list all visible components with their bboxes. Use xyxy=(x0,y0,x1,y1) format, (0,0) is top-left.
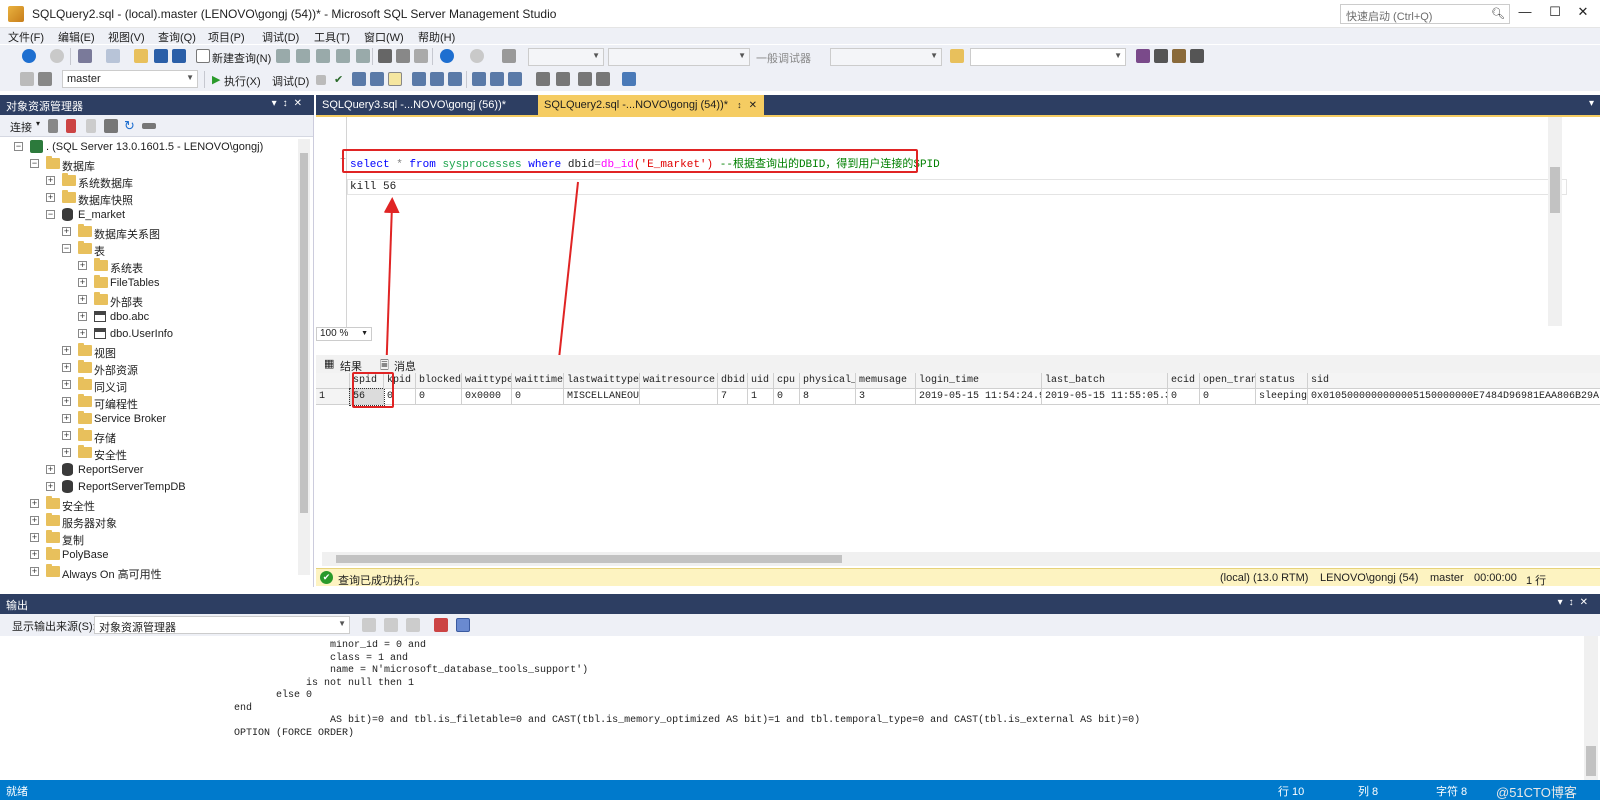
output-header: 输出 ▾↕✕ xyxy=(0,594,1600,614)
grid-cell[interactable]: 0 xyxy=(512,389,564,405)
grid-cell[interactable]: 0x0000 xyxy=(462,389,512,405)
status-user: LENOVO\gongj (54) xyxy=(1320,572,1419,584)
clear-all-icon[interactable] xyxy=(434,618,448,632)
output-scrollbar[interactable] xyxy=(1584,636,1598,780)
query-status-bar: ✔ 查询已成功执行。 (local) (13.0 RTM) LENOVO\gon… xyxy=(316,568,1600,587)
app-status-bar: 就绪 行 10 列 8 字符 8 @51CTO博客 xyxy=(0,780,1600,800)
grid-cell[interactable]: 0 xyxy=(416,389,462,405)
grid-cell[interactable]: 7 xyxy=(718,389,748,405)
column-header[interactable]: open_tran xyxy=(1200,373,1256,389)
column-header[interactable]: sid xyxy=(1308,373,1600,389)
status-server: (local) (13.0 RTM) xyxy=(1220,572,1309,584)
column-header[interactable]: login_time xyxy=(916,373,1042,389)
output-title: 输出 xyxy=(6,600,28,612)
grid-cell[interactable]: 0 xyxy=(1200,389,1256,405)
grid-cell[interactable]: sleeping xyxy=(1256,389,1308,405)
output-line: AS bit)=0 and tbl.is_filetable=0 and CAS… xyxy=(186,715,1141,726)
column-header[interactable]: dbid xyxy=(718,373,748,389)
watermark-text: @51CTO博客 xyxy=(1496,785,1577,800)
grid-icon: ▦ xyxy=(324,358,335,370)
output-line: is not null then 1 xyxy=(186,677,415,689)
grid-cell[interactable]: 3 xyxy=(856,389,916,405)
tab-messages[interactable]: 消息 xyxy=(394,358,416,374)
output-source-label: 显示输出来源(S): xyxy=(12,621,96,633)
grid-cell[interactable]: 2019-05-15 11:54:24.977 xyxy=(916,389,1042,405)
goto-next-icon[interactable] xyxy=(384,618,398,632)
column-header[interactable]: memusage xyxy=(856,373,916,389)
results-hscrollbar[interactable] xyxy=(322,552,1600,566)
line-indicator: 行 10 xyxy=(1278,786,1305,798)
grid-cell[interactable]: 1 xyxy=(748,389,774,405)
output-line: else 0 xyxy=(186,690,313,701)
arrow-to-dbid xyxy=(550,181,579,376)
column-header[interactable]: physical_io xyxy=(800,373,856,389)
grid-cell[interactable]: 2019-05-15 11:55:05.340 xyxy=(1042,389,1168,405)
ready-status: 就绪 xyxy=(6,786,28,798)
goto-prev-icon[interactable] xyxy=(362,618,376,632)
results-scroll-thumb[interactable] xyxy=(336,555,842,563)
row-header[interactable]: 1 xyxy=(316,389,350,405)
output-pane: 输出 ▾↕✕ 显示输出来源(S): 对象资源管理器 ▼ minor_id = 0… xyxy=(0,594,1600,780)
column-header[interactable]: waittype xyxy=(462,373,512,389)
output-text: minor_id = 0 and class = 1 and name = N'… xyxy=(186,640,1566,780)
grid-cell[interactable]: 0 xyxy=(774,389,800,405)
arrow-to-kill xyxy=(383,197,400,379)
column-indicator: 列 8 xyxy=(1358,786,1379,798)
output-line: minor_id = 0 and xyxy=(186,640,427,651)
column-header[interactable]: lastwaittype xyxy=(564,373,640,389)
output-line: OPTION (FORCE ORDER) xyxy=(186,727,355,739)
status-rows: 1 行 xyxy=(1526,575,1547,587)
column-header[interactable]: waittime xyxy=(512,373,564,389)
word-wrap-icon[interactable] xyxy=(456,618,470,632)
output-source-select[interactable]: 对象资源管理器 ▼ xyxy=(94,616,350,634)
column-header[interactable]: ecid xyxy=(1168,373,1200,389)
output-line: name = N'microsoft_database_tools_suppor… xyxy=(186,665,589,676)
column-header[interactable]: cpu xyxy=(774,373,800,389)
success-icon: ✔ xyxy=(320,571,333,584)
output-scroll-thumb[interactable] xyxy=(1586,746,1596,776)
column-header[interactable]: status xyxy=(1256,373,1308,389)
grid-cell[interactable] xyxy=(640,389,718,405)
column-header[interactable]: last_batch xyxy=(1042,373,1168,389)
grid-cell[interactable]: 0x0105000000000005150000000E7484D96981EA… xyxy=(1308,389,1600,405)
grid-cell[interactable]: 0 xyxy=(1168,389,1200,405)
goto-last-icon[interactable] xyxy=(406,618,420,632)
output-source-value: 对象资源管理器 xyxy=(99,622,176,634)
column-header[interactable] xyxy=(316,373,350,389)
column-header[interactable]: waitresource xyxy=(640,373,718,389)
pane-controls-icon[interactable]: ▾↕✕ xyxy=(1558,597,1594,608)
results-grid: 1 spid 56 kpid 0 blocked 0 waittype 0x0000 waitti… xyxy=(316,373,1600,553)
results-tabs: ▦ 结果 🗏︎ 消息 xyxy=(316,355,1600,373)
output-toolbar: 显示输出来源(S): 对象资源管理器 ▼ xyxy=(0,614,1600,636)
grid-cell[interactable]: MISCELLANEOUS xyxy=(564,389,640,405)
highlight-box-spid xyxy=(352,372,394,408)
char-indicator: 字符 8 xyxy=(1436,786,1468,798)
status-database: master xyxy=(1430,572,1464,584)
output-line: class = 1 and xyxy=(186,652,409,664)
column-header[interactable]: uid xyxy=(748,373,774,389)
output-line: end xyxy=(186,702,253,714)
grid-cell[interactable]: 8 xyxy=(800,389,856,405)
column-header[interactable]: blocked xyxy=(416,373,462,389)
status-message: 查询已成功执行。 xyxy=(338,575,426,587)
status-elapsed: 00:00:00 xyxy=(1474,572,1517,584)
